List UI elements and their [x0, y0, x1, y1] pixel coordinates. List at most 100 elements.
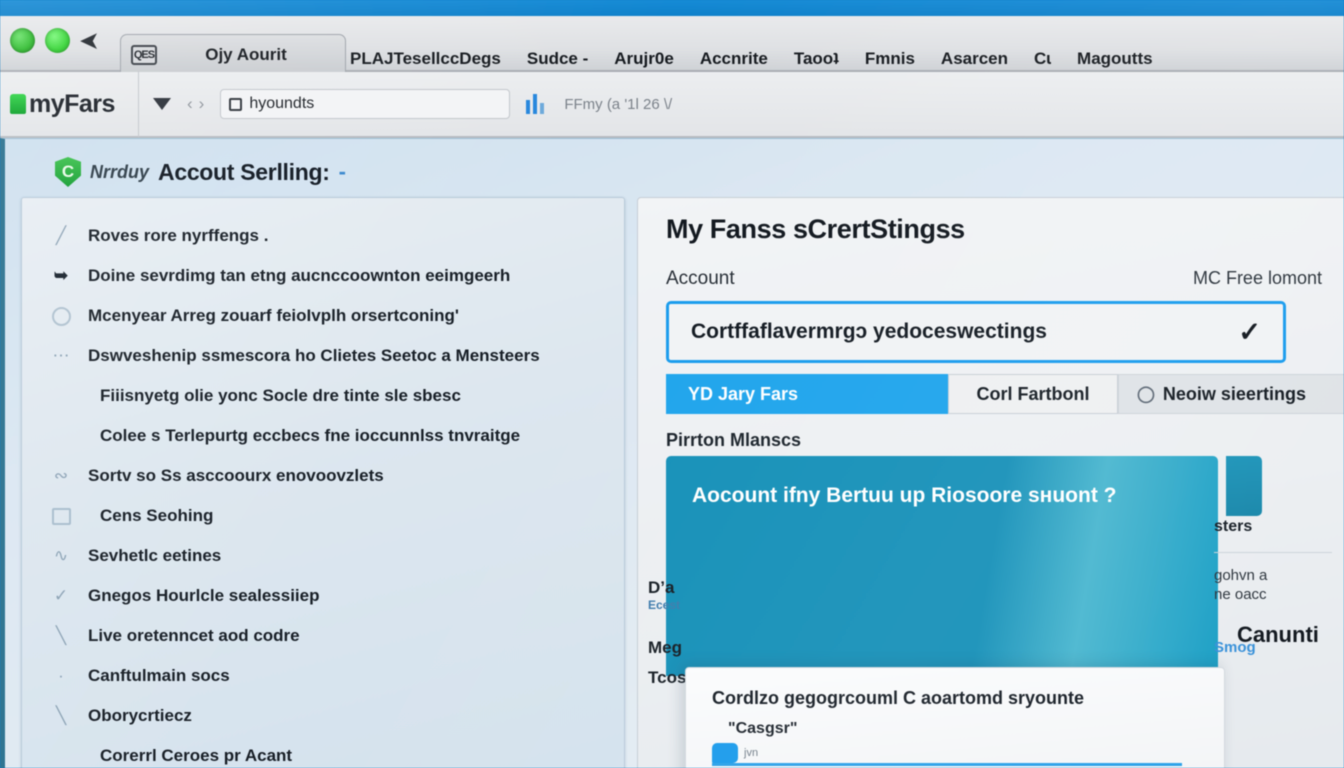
screen: ➤ QES Ojy Aourit PLAJTesellccDegs Sudce … — [0, 0, 1344, 768]
chevron-down-icon[interactable] — [153, 98, 171, 110]
sidebar-item-label: Gnegos Hourlcle sealessiiep — [88, 586, 320, 605]
account-select-value: Cortffaflavermrgɔ yedoceswectings — [691, 320, 1047, 343]
dialog-input[interactable]: jvn — [712, 742, 1182, 766]
sidebar-item-4[interactable]: Fiiisnyetg olie yonc Socle dre tinte sle… — [22, 376, 624, 416]
sidebar-item-7[interactable]: Cens Seohing — [22, 496, 624, 536]
tab-new-settings[interactable]: ◯ Neoiw sieertings — [1118, 374, 1344, 414]
slash-icon: ╲ — [55, 626, 67, 645]
sidebar-item-label: Canftulmain socs — [88, 666, 230, 685]
segmented-tabs[interactable]: YD Jary Fars Corl Fartbonl ◯ Neoiw sieer… — [666, 374, 1344, 414]
account-dialog[interactable]: Cordlzo gegogrcouml C aoartomd sryounte … — [685, 667, 1225, 768]
menu-item-2[interactable]: Arujr0e — [614, 49, 674, 69]
sidebar-item-label: Fiiisnyetg olie yonc Socle dre tinte sle… — [100, 386, 461, 405]
sidebar-item-0[interactable]: ╱ Roves rore nyrffengs . — [22, 216, 624, 256]
tab-card-payment[interactable]: Corl Fartbonl — [948, 374, 1118, 414]
window-titlebar — [0, 0, 1344, 16]
blank-icon — [48, 425, 74, 447]
page-body: Nrrduy Accout Serlling: - ╱ Roves rore n… — [0, 138, 1344, 768]
search-input[interactable]: hyoundts — [220, 89, 511, 119]
clock-icon — [48, 305, 74, 327]
settings-sidebar: ╱ Roves rore nyrffengs . ➥ Doine sevrdim… — [21, 197, 625, 768]
page-title: Nrrduy Accout Serlling: - — [55, 157, 346, 187]
maximize-button[interactable] — [45, 28, 70, 53]
checkmark-icon: ✓ — [1238, 316, 1261, 347]
blank-icon — [48, 745, 74, 767]
page-title-text: Accout Serlling: — [158, 158, 330, 185]
back-arrow-icon[interactable]: ➤ — [80, 28, 98, 53]
bg-list-subline-1: ne oacc — [1214, 585, 1267, 603]
menu-item-5[interactable]: Fmnis — [865, 49, 915, 69]
link-icon: ∾ — [53, 466, 69, 485]
stray-label-1: Meg — [648, 638, 682, 657]
bg-list-item: sters — [1214, 518, 1253, 535]
sidebar-item-label: Sortv so Ss asccoourx enovoovzlets — [88, 466, 384, 485]
sidebar-item-12[interactable]: ╲ Oborycrtiecz — [22, 696, 624, 736]
site-logo[interactable]: myFars — [0, 90, 138, 119]
menu-item-6[interactable]: Asarcen — [941, 49, 1008, 69]
dot-icon: · — [58, 666, 64, 685]
nav-arrows-icon[interactable]: ‹› — [187, 94, 210, 114]
stray-label-2: Tcos — [648, 668, 687, 687]
menu-item-3[interactable]: Accnrite — [700, 49, 768, 69]
sidebar-item-label: Mcenyear Arreg zouarf feioIvplh orsertco… — [88, 306, 459, 325]
leaf-logo-icon — [10, 94, 26, 114]
section-label: Pirrton Mlanscs — [666, 430, 802, 450]
tab-my-fans[interactable]: YD Jary Fars — [666, 374, 948, 414]
sidebar-item-label: Oborycrtiecz — [88, 706, 192, 725]
stray-label-sub: Ecest — [648, 598, 681, 612]
sidebar-item-label: Live oretenncet aod codre — [88, 626, 300, 645]
sidebar-item-13[interactable]: Corerrl Ceroes pr Acant — [22, 736, 624, 768]
dialog-field-label: "Casgsr" — [728, 720, 798, 737]
minimize-button[interactable] — [10, 28, 35, 53]
cursor-icon: ➥ — [53, 266, 69, 285]
menu-bar[interactable]: PLAJTesellccDegs Sudce - Arujr0e Accnrit… — [350, 42, 1344, 76]
avatar — [712, 742, 738, 763]
sidebar-item-11[interactable]: · Canftulmain socs — [22, 656, 624, 696]
shield-icon — [55, 157, 81, 187]
browser-tab-active[interactable]: QES Ojy Aourit — [120, 34, 346, 74]
bars-chart-icon[interactable] — [526, 94, 545, 114]
window-controls[interactable]: ➤ — [10, 28, 98, 53]
sidebar-item-label: Dswveshenip ssmescora ho Clietes Seetoc … — [88, 346, 540, 365]
bg-list-subline-0: gohvn a — [1214, 567, 1268, 584]
tab-title: Ojy Aourit — [205, 44, 287, 64]
tab-label: Corl Fartbonl — [976, 383, 1090, 404]
tab-label: YD Jary Fars — [688, 383, 799, 404]
account-select[interactable]: Cortffaflavermrgɔ yedoceswectings ✓ — [666, 301, 1286, 363]
page-title-suffix: - — [338, 159, 346, 184]
main-title: My Fanss sCrertStingss — [666, 214, 965, 244]
menu-item-8[interactable]: Magoutts — [1077, 49, 1153, 69]
person-icon: ◯ — [1137, 386, 1155, 403]
sidebar-item-label: Corerrl Ceroes pr Acant — [100, 746, 293, 765]
sidebar-item-8[interactable]: ∿ Sevhetlc eetines — [22, 536, 624, 576]
brand-name: myFars — [29, 89, 115, 118]
sidebar-item-6[interactable]: ∾ Sortv so Ss asccoourx enovoovzlets — [22, 456, 624, 496]
menu-item-1[interactable]: Sudce - — [527, 49, 588, 69]
wave-icon: ∿ — [53, 546, 69, 565]
omnibox-value: hyoundts — [249, 95, 315, 112]
sidebar-item-9[interactable]: ✓ Gnegos Hourlcle sealessiiep — [22, 576, 624, 616]
sidebar-item-5[interactable]: Colee s Terlepurtg eccbecs fne ioccunnls… — [22, 416, 624, 456]
banner-side-tab[interactable] — [1226, 456, 1262, 516]
square-icon — [48, 505, 74, 527]
blank-icon — [48, 385, 74, 407]
dialog-title: Cordlzo gegogrcouml C aoartomd sryounte — [712, 688, 1085, 708]
sidebar-item-3[interactable]: ⋯ Dswveshenip ssmescora ho Clietes Seeto… — [22, 336, 624, 376]
account-field-label: Account — [666, 268, 735, 289]
menu-item-7[interactable]: Cɩ — [1034, 49, 1051, 69]
counter-label: Canunti — [1237, 622, 1319, 647]
lock-icon — [229, 97, 243, 111]
sidebar-item-10[interactable]: ╲ Live oretenncet aod codre — [22, 616, 624, 656]
menu-item-4[interactable]: Taooʇ — [794, 49, 839, 69]
sidebar-item-label: Colee s Terlepurtg eccbecs fne ioccunnls… — [100, 426, 521, 445]
account-banner-card[interactable]: Aocount ifny Bertuu up Riosoore sнuont ? — [666, 456, 1218, 676]
browser-tabstrip: ➤ QES Ojy Aourit PLAJTesellccDegs Sudce … — [0, 16, 1344, 74]
divider — [1214, 552, 1332, 553]
sidebar-item-label: Doine sevrdimg tan etng aucnccoownton ee… — [88, 266, 511, 285]
sidebar-item-2[interactable]: Mcenyear Arreg zouarf feioIvplh orsertco… — [22, 296, 624, 336]
toolbar-divider — [138, 71, 139, 137]
menu-item-0[interactable]: PLAJTesellccDegs — [350, 49, 501, 69]
sidebar-item-1[interactable]: ➥ Doine sevrdimg tan etng aucnccoownton … — [22, 256, 624, 296]
toolbar-note: FFmy (a '1l 26 \/ — [564, 95, 673, 113]
dots-icon: ⋯ — [52, 346, 70, 365]
